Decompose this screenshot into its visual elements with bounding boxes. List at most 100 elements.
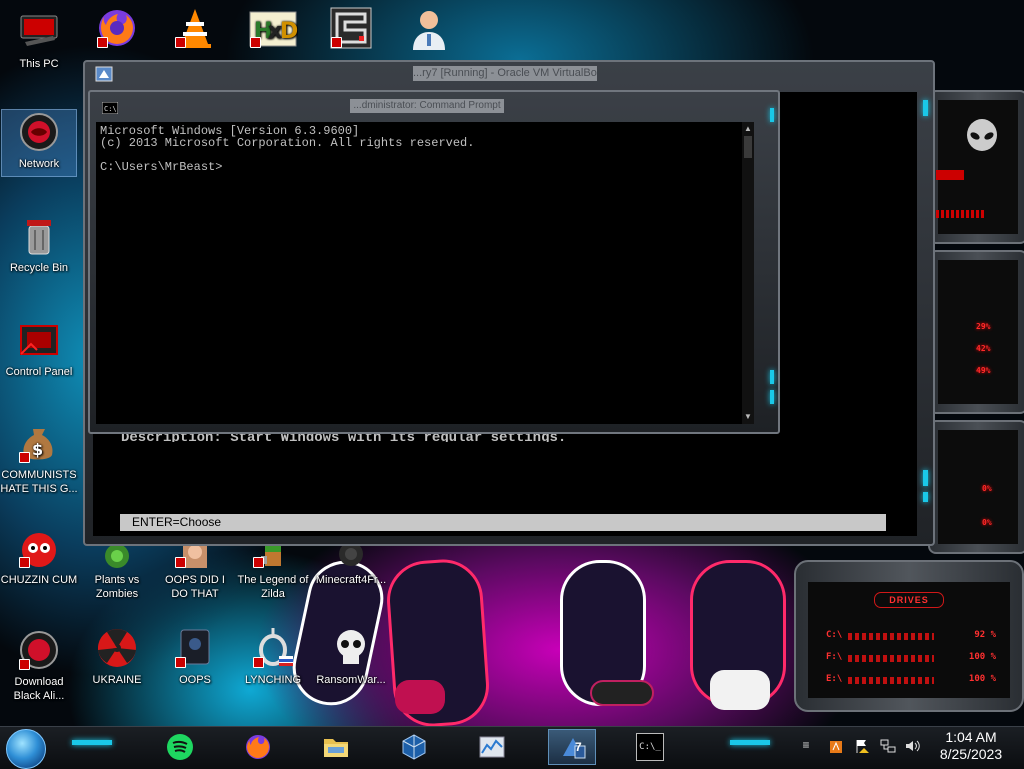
taskbar-firefox[interactable] xyxy=(234,729,282,765)
desktop-icon-download-black-ali[interactable]: Download Black Ali... xyxy=(0,628,78,703)
drive-percent: 92 % xyxy=(974,630,996,640)
desktop-icon-label: Recycle Bin xyxy=(9,262,69,274)
drive-label: C:\ xyxy=(826,630,843,640)
taskbar-virtualbox[interactable] xyxy=(390,729,438,765)
desktop-icon-label: Plants vs Zombies xyxy=(94,574,140,600)
doctor-icon xyxy=(407,6,451,50)
desktop-icon-maze-app[interactable] xyxy=(316,6,386,53)
wallpaper-shoe xyxy=(395,680,445,714)
noose-icon xyxy=(251,626,295,670)
firefox-icon xyxy=(95,6,139,50)
cmd-window-icon: C:\ xyxy=(102,102,118,114)
wallpaper-shoe xyxy=(590,680,654,706)
drive-label: F:\ xyxy=(826,652,843,662)
hxd-icon: HxD xyxy=(248,6,298,50)
desktop-icon-chuzzin[interactable]: CHUZZIN CUM xyxy=(0,526,78,587)
accent-light xyxy=(72,740,112,745)
taskbar-clock[interactable]: 1:04 AM 8/25/2023 xyxy=(930,729,1012,763)
drive-row: E:\ 100 % xyxy=(826,674,996,688)
scroll-up-arrow-icon[interactable]: ▲ xyxy=(744,124,752,134)
clock-time: 1:04 AM xyxy=(945,729,997,745)
keyboard-icon[interactable]: ≡ xyxy=(798,738,814,756)
command-prompt-icon: C:\_ xyxy=(636,733,664,761)
desktop-icon-recycle-bin[interactable]: Recycle Bin xyxy=(0,214,78,275)
accent-light xyxy=(923,100,928,116)
vertical-scrollbar[interactable]: ▲ ▼ xyxy=(742,122,754,424)
taskbar-windows7-vm[interactable]: 7 xyxy=(548,729,596,765)
wallpaper-shoe xyxy=(710,670,770,710)
alien-orb-icon xyxy=(17,628,61,672)
desktop-icon-label: Download Black Ali... xyxy=(13,676,65,702)
drive-row: F:\ 100 % xyxy=(826,652,996,666)
volume-icon[interactable] xyxy=(904,738,920,756)
flag-icon[interactable] xyxy=(854,738,870,756)
desktop-icon-hxd[interactable]: HxD xyxy=(238,6,308,53)
desktop-icon-ransomware[interactable]: RansomWar... xyxy=(312,626,390,687)
desktop-icon-plants-vs-zombies[interactable]: Plants vs Zombies xyxy=(78,538,156,601)
alienware-indicator xyxy=(936,210,986,218)
desktop-icon-oops-did-i[interactable]: OOPS DID I DO THAT xyxy=(156,538,234,601)
command-prompt-window[interactable]: C:\ ...dministrator: Command Prompt Micr… xyxy=(88,90,780,434)
accent-light xyxy=(770,108,774,122)
desktop-icon-lynching[interactable]: LYNCHING xyxy=(234,626,312,687)
taskbar-task-manager[interactable] xyxy=(468,729,516,765)
accent-light xyxy=(770,390,774,404)
cpu-gadget: 29% 42% 49% xyxy=(928,250,1024,414)
desktop-icon-ukraine[interactable]: UKRAINE xyxy=(78,626,156,687)
dark-monitor-icon xyxy=(173,626,217,670)
scroll-down-arrow-icon[interactable]: ▼ xyxy=(744,412,752,422)
desktop-icon-label: This PC xyxy=(19,58,59,70)
alienware-logo-icon xyxy=(967,119,997,151)
accent-light xyxy=(923,492,928,502)
start-button[interactable] xyxy=(6,729,46,769)
drives-header: DRIVES xyxy=(874,592,944,608)
skull-icon xyxy=(329,626,373,670)
desktop-icon-legend-of-zilda[interactable]: The Legend of Zilda xyxy=(234,538,312,601)
taskbar-file-explorer[interactable] xyxy=(312,729,360,765)
boot-menu-status-bar: ENTER=Choose xyxy=(120,514,886,531)
desktop-icon-doctor[interactable] xyxy=(394,6,464,53)
accent-light xyxy=(730,740,770,745)
taskbar-spotify[interactable] xyxy=(156,729,204,765)
svg-text:$: $ xyxy=(32,440,43,459)
desktop-icon-oops[interactable]: OOPS xyxy=(156,626,234,687)
drive-label: E:\ xyxy=(826,674,843,684)
clock-date: 8/25/2023 xyxy=(939,746,1003,762)
net-percent: 0% xyxy=(982,518,992,527)
desktop-icon-control-panel[interactable]: Control Panel xyxy=(0,318,78,379)
network-icon[interactable] xyxy=(880,738,896,756)
cpu-percent: 49% xyxy=(976,366,991,375)
virtualbox-window-icon xyxy=(95,66,113,82)
drive-usage-bar xyxy=(848,677,934,684)
desktop-icon-this-pc[interactable]: This PC xyxy=(0,10,78,71)
desktop-icon-label: COMMUNISTS HATE THIS G... xyxy=(0,469,78,495)
taskbar-command-prompt[interactable]: C:\_ xyxy=(626,729,674,765)
maze-app-icon xyxy=(329,6,373,50)
radiation-icon xyxy=(95,626,139,670)
drive-usage-bar xyxy=(848,633,934,640)
accent-light xyxy=(770,370,774,384)
desktop-icon-communists[interactable]: $ COMMUNISTS HATE THIS G... xyxy=(0,421,78,496)
title-bar[interactable]: ...ry7 [Running] - Oracle VM VirtualBox xyxy=(83,60,935,92)
net-percent: 0% xyxy=(982,484,992,493)
scrollbar-thumb[interactable] xyxy=(744,136,752,158)
desktop-icon-label: The Legend of Zilda xyxy=(237,574,309,600)
volume-warning-icon[interactable] xyxy=(828,738,844,756)
terminal-line: (c) 2013 Microsoft Corporation. All righ… xyxy=(100,136,475,150)
desktop-icon-vlc[interactable] xyxy=(160,6,230,53)
desktop-icon-network[interactable]: Network xyxy=(1,109,77,177)
desktop-icon-label: Network xyxy=(18,158,60,170)
desktop-icon-label: RansomWar... xyxy=(316,674,386,686)
cpu-percent: 42% xyxy=(976,344,991,353)
drive-percent: 100 % xyxy=(968,674,996,684)
desktop-icon-firefox[interactable] xyxy=(82,6,152,53)
drives-gadget: DRIVES C:\ 92 % F:\ 100 % E:\ 100 % xyxy=(794,560,1024,712)
terminal-output[interactable]: Microsoft Windows [Version 6.3.9600] (c) … xyxy=(96,122,742,424)
drive-usage-bar xyxy=(848,655,934,662)
file-explorer-icon xyxy=(324,739,348,757)
network-gadget: 0% 0% xyxy=(928,420,1024,554)
vm-version-badge: 7 xyxy=(575,740,582,754)
virtualbox-icon xyxy=(402,734,426,760)
firefox-icon xyxy=(246,735,270,759)
alienware-indicator xyxy=(936,170,964,180)
